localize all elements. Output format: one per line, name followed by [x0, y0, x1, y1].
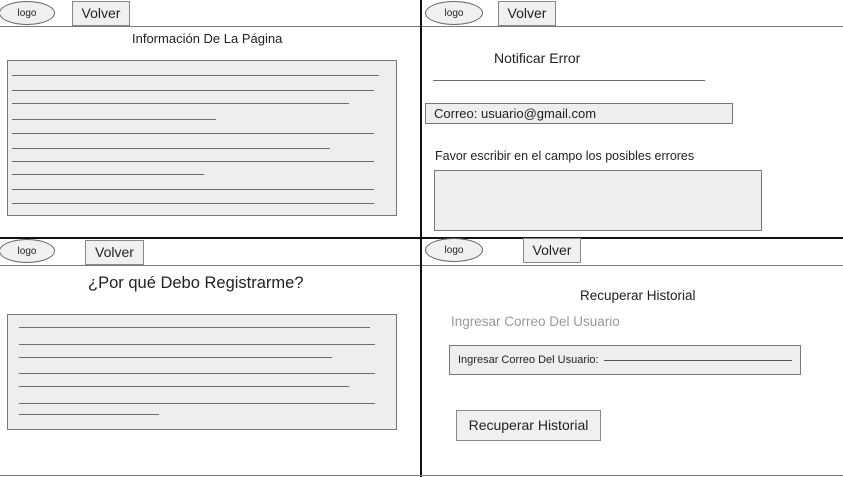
logo: logo [0, 239, 55, 263]
text-line [12, 75, 379, 76]
recover-history-button[interactable]: Recuperar Historial [456, 410, 601, 441]
email-placeholder-label: Ingresar Correo Del Usuario [451, 314, 620, 329]
text-line [19, 357, 332, 358]
text-line [12, 203, 374, 204]
text-line [19, 344, 375, 345]
logo: logo [0, 1, 55, 25]
page-title: ¿Por qué Debo Registrarme? [88, 274, 304, 292]
info-content-box [7, 60, 397, 216]
panel2-header-divider [422, 26, 843, 27]
text-line [19, 327, 370, 328]
title-underline [433, 80, 705, 81]
text-line [12, 90, 374, 91]
text-line [12, 174, 204, 175]
registration-info-box [7, 314, 397, 430]
email-input-label: Ingresar Correo Del Usuario: [458, 354, 599, 366]
panel4-header-divider [422, 265, 843, 266]
text-line [12, 119, 216, 120]
input-underline [603, 359, 792, 361]
page-title: Notificar Error [494, 50, 581, 66]
logo: logo [425, 238, 483, 262]
text-line [12, 103, 349, 104]
back-button[interactable]: Volver [523, 238, 581, 263]
vertical-section-divider [420, 0, 422, 477]
text-line [19, 373, 375, 374]
back-button[interactable]: Volver [85, 240, 144, 265]
error-instructions: Favor escribir en el campo los posibles … [435, 149, 695, 163]
back-button[interactable]: Volver [72, 1, 130, 26]
bottom-divider [0, 475, 843, 476]
page-title: Recuperar Historial [580, 288, 696, 303]
email-field[interactable]: Correo: usuario@gmail.com [425, 103, 733, 124]
back-button[interactable]: Volver [498, 1, 556, 26]
text-line [19, 386, 349, 387]
email-input[interactable]: Ingresar Correo Del Usuario: [449, 345, 801, 375]
panel1-header-divider [0, 26, 420, 27]
text-line [12, 161, 374, 162]
error-textarea[interactable] [434, 170, 762, 231]
text-line [19, 414, 159, 415]
text-line [12, 133, 374, 134]
panel3-header-divider [0, 265, 420, 266]
text-line [12, 148, 330, 149]
logo: logo [425, 1, 483, 25]
text-line [19, 403, 375, 404]
page-title: Información De La Página [132, 31, 283, 46]
text-line [12, 189, 374, 190]
